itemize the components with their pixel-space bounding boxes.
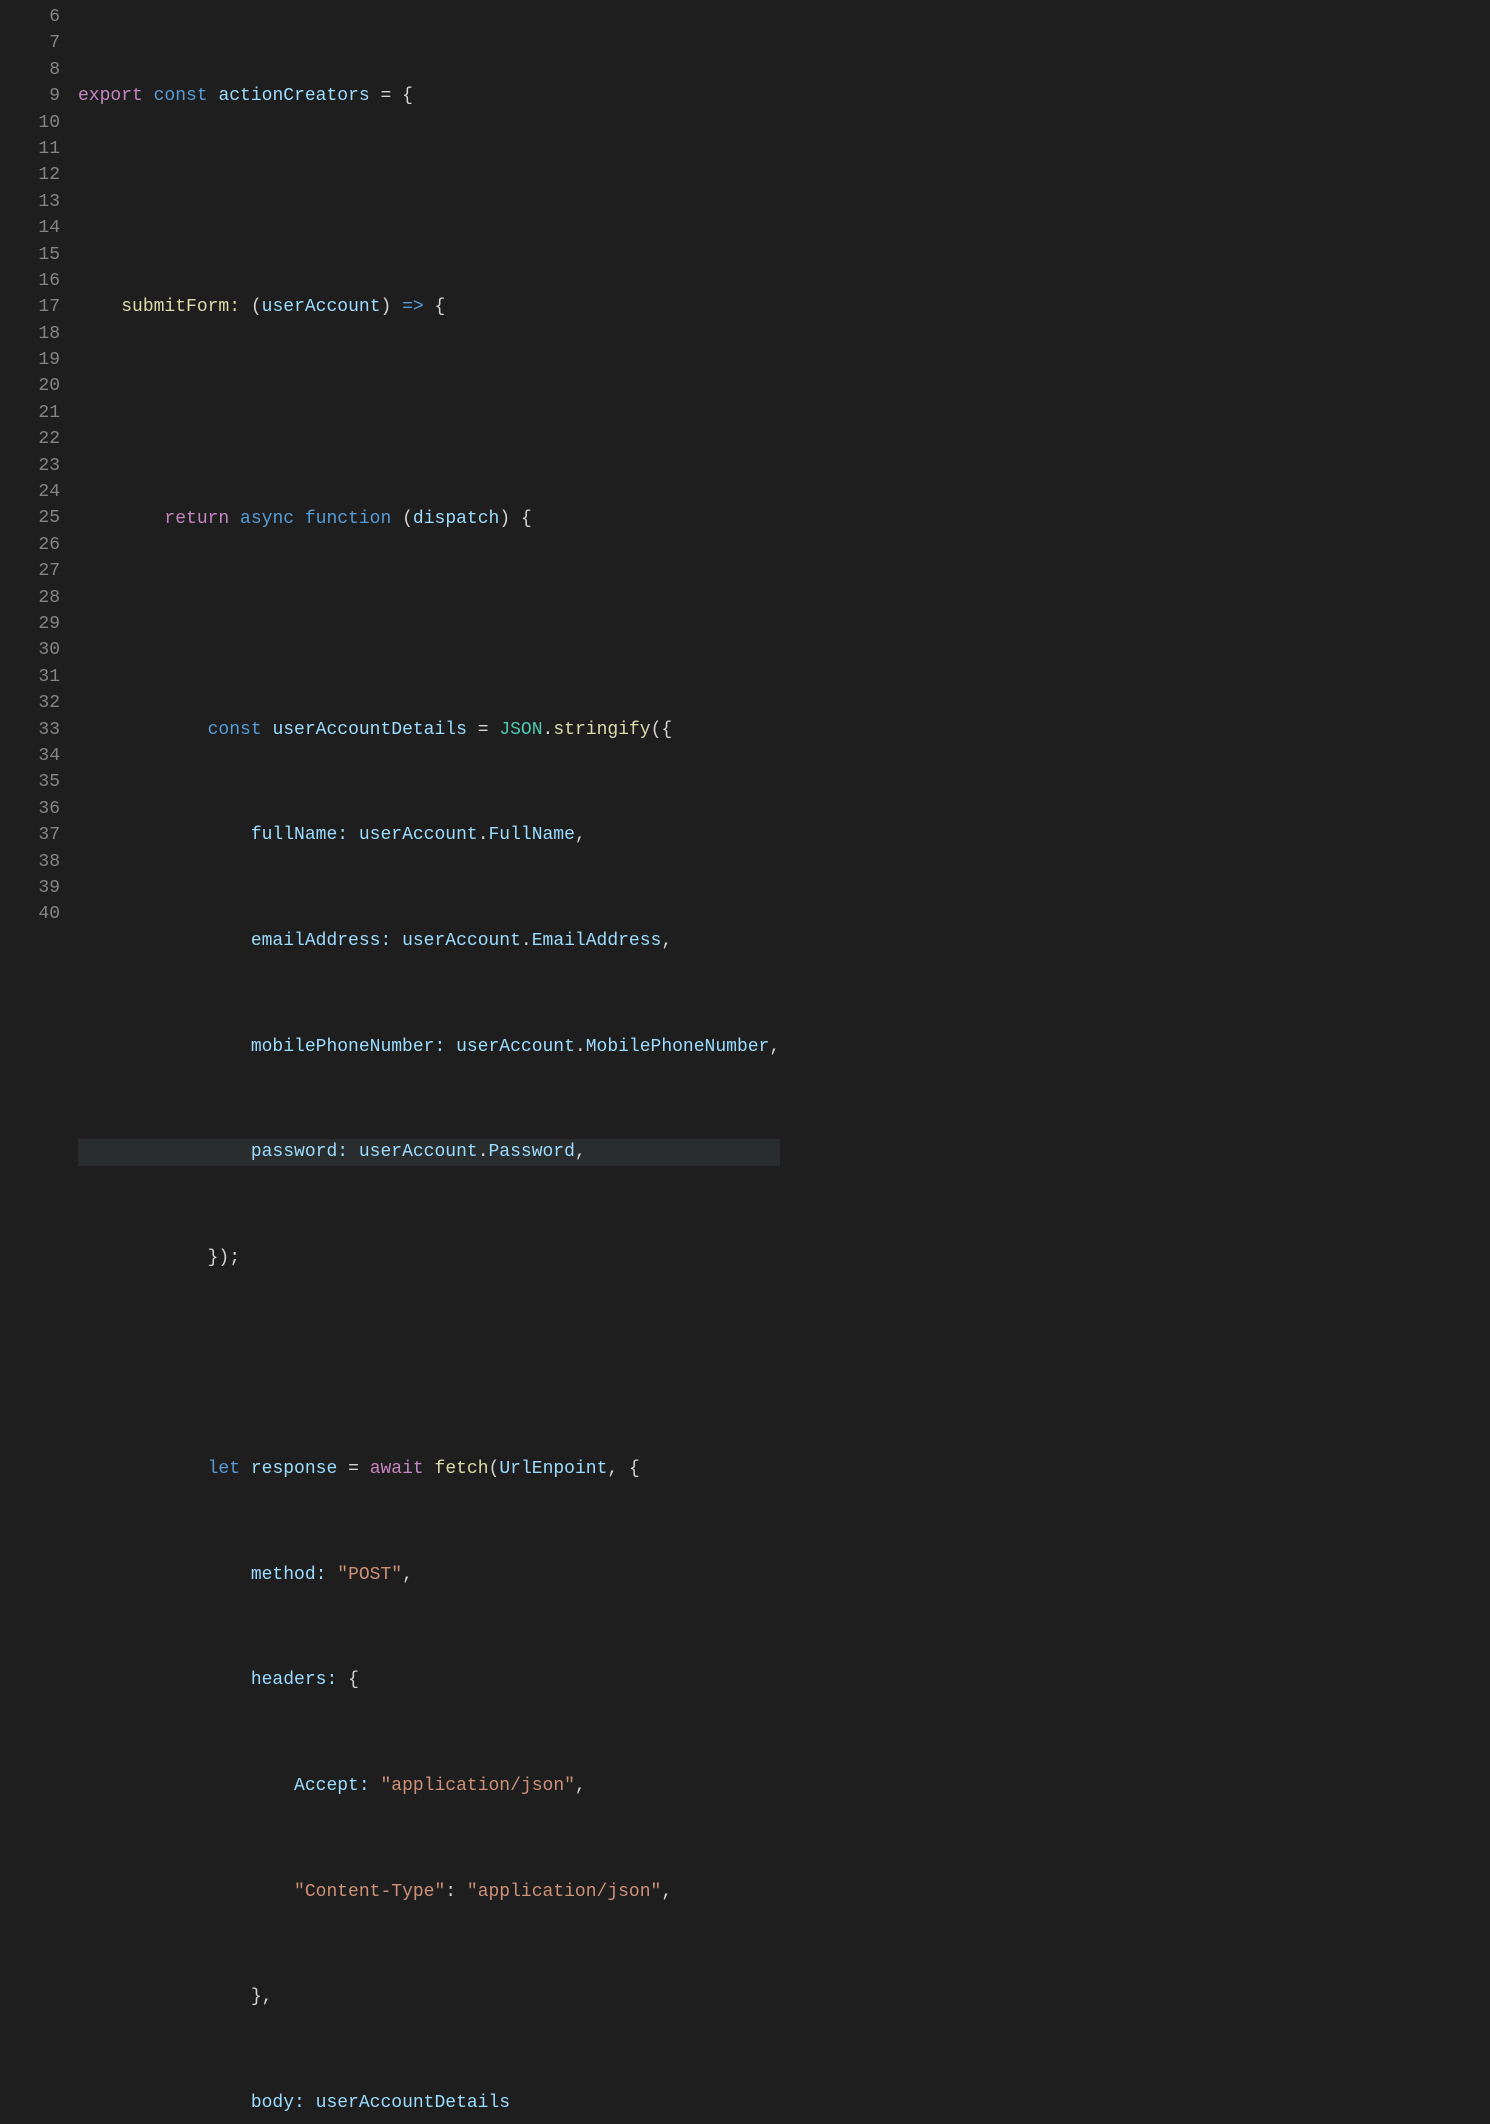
code-editor[interactable]: 6 7 8 9 10 11 12 13 14 15 16 17 18 19 20… <box>0 0 1490 1062</box>
code-line[interactable] <box>78 611 780 637</box>
code-line[interactable]: fullName: userAccount.FullName, <box>78 822 780 848</box>
code-line[interactable]: body: userAccountDetails <box>78 2090 780 2116</box>
line-number: 12 <box>0 162 60 188</box>
code-line[interactable]: }, <box>78 1984 780 2010</box>
code-line-active[interactable]: password: userAccount.Password, <box>78 1139 780 1165</box>
code-line[interactable]: Accept: "application/json", <box>78 1773 780 1799</box>
code-area[interactable]: export const actionCreators = { submitFo… <box>78 0 780 1062</box>
line-number: 35 <box>0 769 60 795</box>
code-line[interactable]: let response = await fetch(UrlEnpoint, { <box>78 1456 780 1482</box>
line-number: 33 <box>0 717 60 743</box>
line-number: 23 <box>0 453 60 479</box>
line-number: 20 <box>0 373 60 399</box>
code-line[interactable]: const userAccountDetails = JSON.stringif… <box>78 717 780 743</box>
line-number: 24 <box>0 479 60 505</box>
line-number: 16 <box>0 268 60 294</box>
code-line[interactable]: "Content-Type": "application/json", <box>78 1879 780 1905</box>
line-number: 37 <box>0 822 60 848</box>
line-number: 28 <box>0 585 60 611</box>
code-line[interactable] <box>78 1351 780 1377</box>
line-number: 31 <box>0 664 60 690</box>
line-number: 34 <box>0 743 60 769</box>
line-number: 40 <box>0 901 60 927</box>
code-line[interactable]: headers: { <box>78 1667 780 1693</box>
line-number: 29 <box>0 611 60 637</box>
line-number: 39 <box>0 875 60 901</box>
line-number: 21 <box>0 400 60 426</box>
line-number: 32 <box>0 690 60 716</box>
line-number: 13 <box>0 189 60 215</box>
line-number: 14 <box>0 215 60 241</box>
line-number: 30 <box>0 637 60 663</box>
line-number: 25 <box>0 505 60 531</box>
line-number: 10 <box>0 110 60 136</box>
code-line[interactable]: export const actionCreators = { <box>78 83 780 109</box>
code-line[interactable]: submitForm: (userAccount) => { <box>78 294 780 320</box>
line-number: 8 <box>0 57 60 83</box>
code-line[interactable] <box>78 189 780 215</box>
line-number: 17 <box>0 294 60 320</box>
line-number: 15 <box>0 242 60 268</box>
line-number-gutter: 6 7 8 9 10 11 12 13 14 15 16 17 18 19 20… <box>0 0 78 1062</box>
code-line[interactable]: emailAddress: userAccount.EmailAddress, <box>78 928 780 954</box>
line-number: 9 <box>0 83 60 109</box>
line-number: 26 <box>0 532 60 558</box>
line-number: 38 <box>0 849 60 875</box>
line-number: 22 <box>0 426 60 452</box>
code-line[interactable]: mobilePhoneNumber: userAccount.MobilePho… <box>78 1034 780 1060</box>
line-number: 36 <box>0 796 60 822</box>
line-number: 7 <box>0 30 60 56</box>
code-line[interactable] <box>78 400 780 426</box>
line-number: 6 <box>0 4 60 30</box>
line-number: 18 <box>0 321 60 347</box>
code-line[interactable]: method: "POST", <box>78 1562 780 1588</box>
line-number: 19 <box>0 347 60 373</box>
code-line[interactable]: }); <box>78 1245 780 1271</box>
line-number: 27 <box>0 558 60 584</box>
code-line[interactable]: return async function (dispatch) { <box>78 506 780 532</box>
line-number: 11 <box>0 136 60 162</box>
